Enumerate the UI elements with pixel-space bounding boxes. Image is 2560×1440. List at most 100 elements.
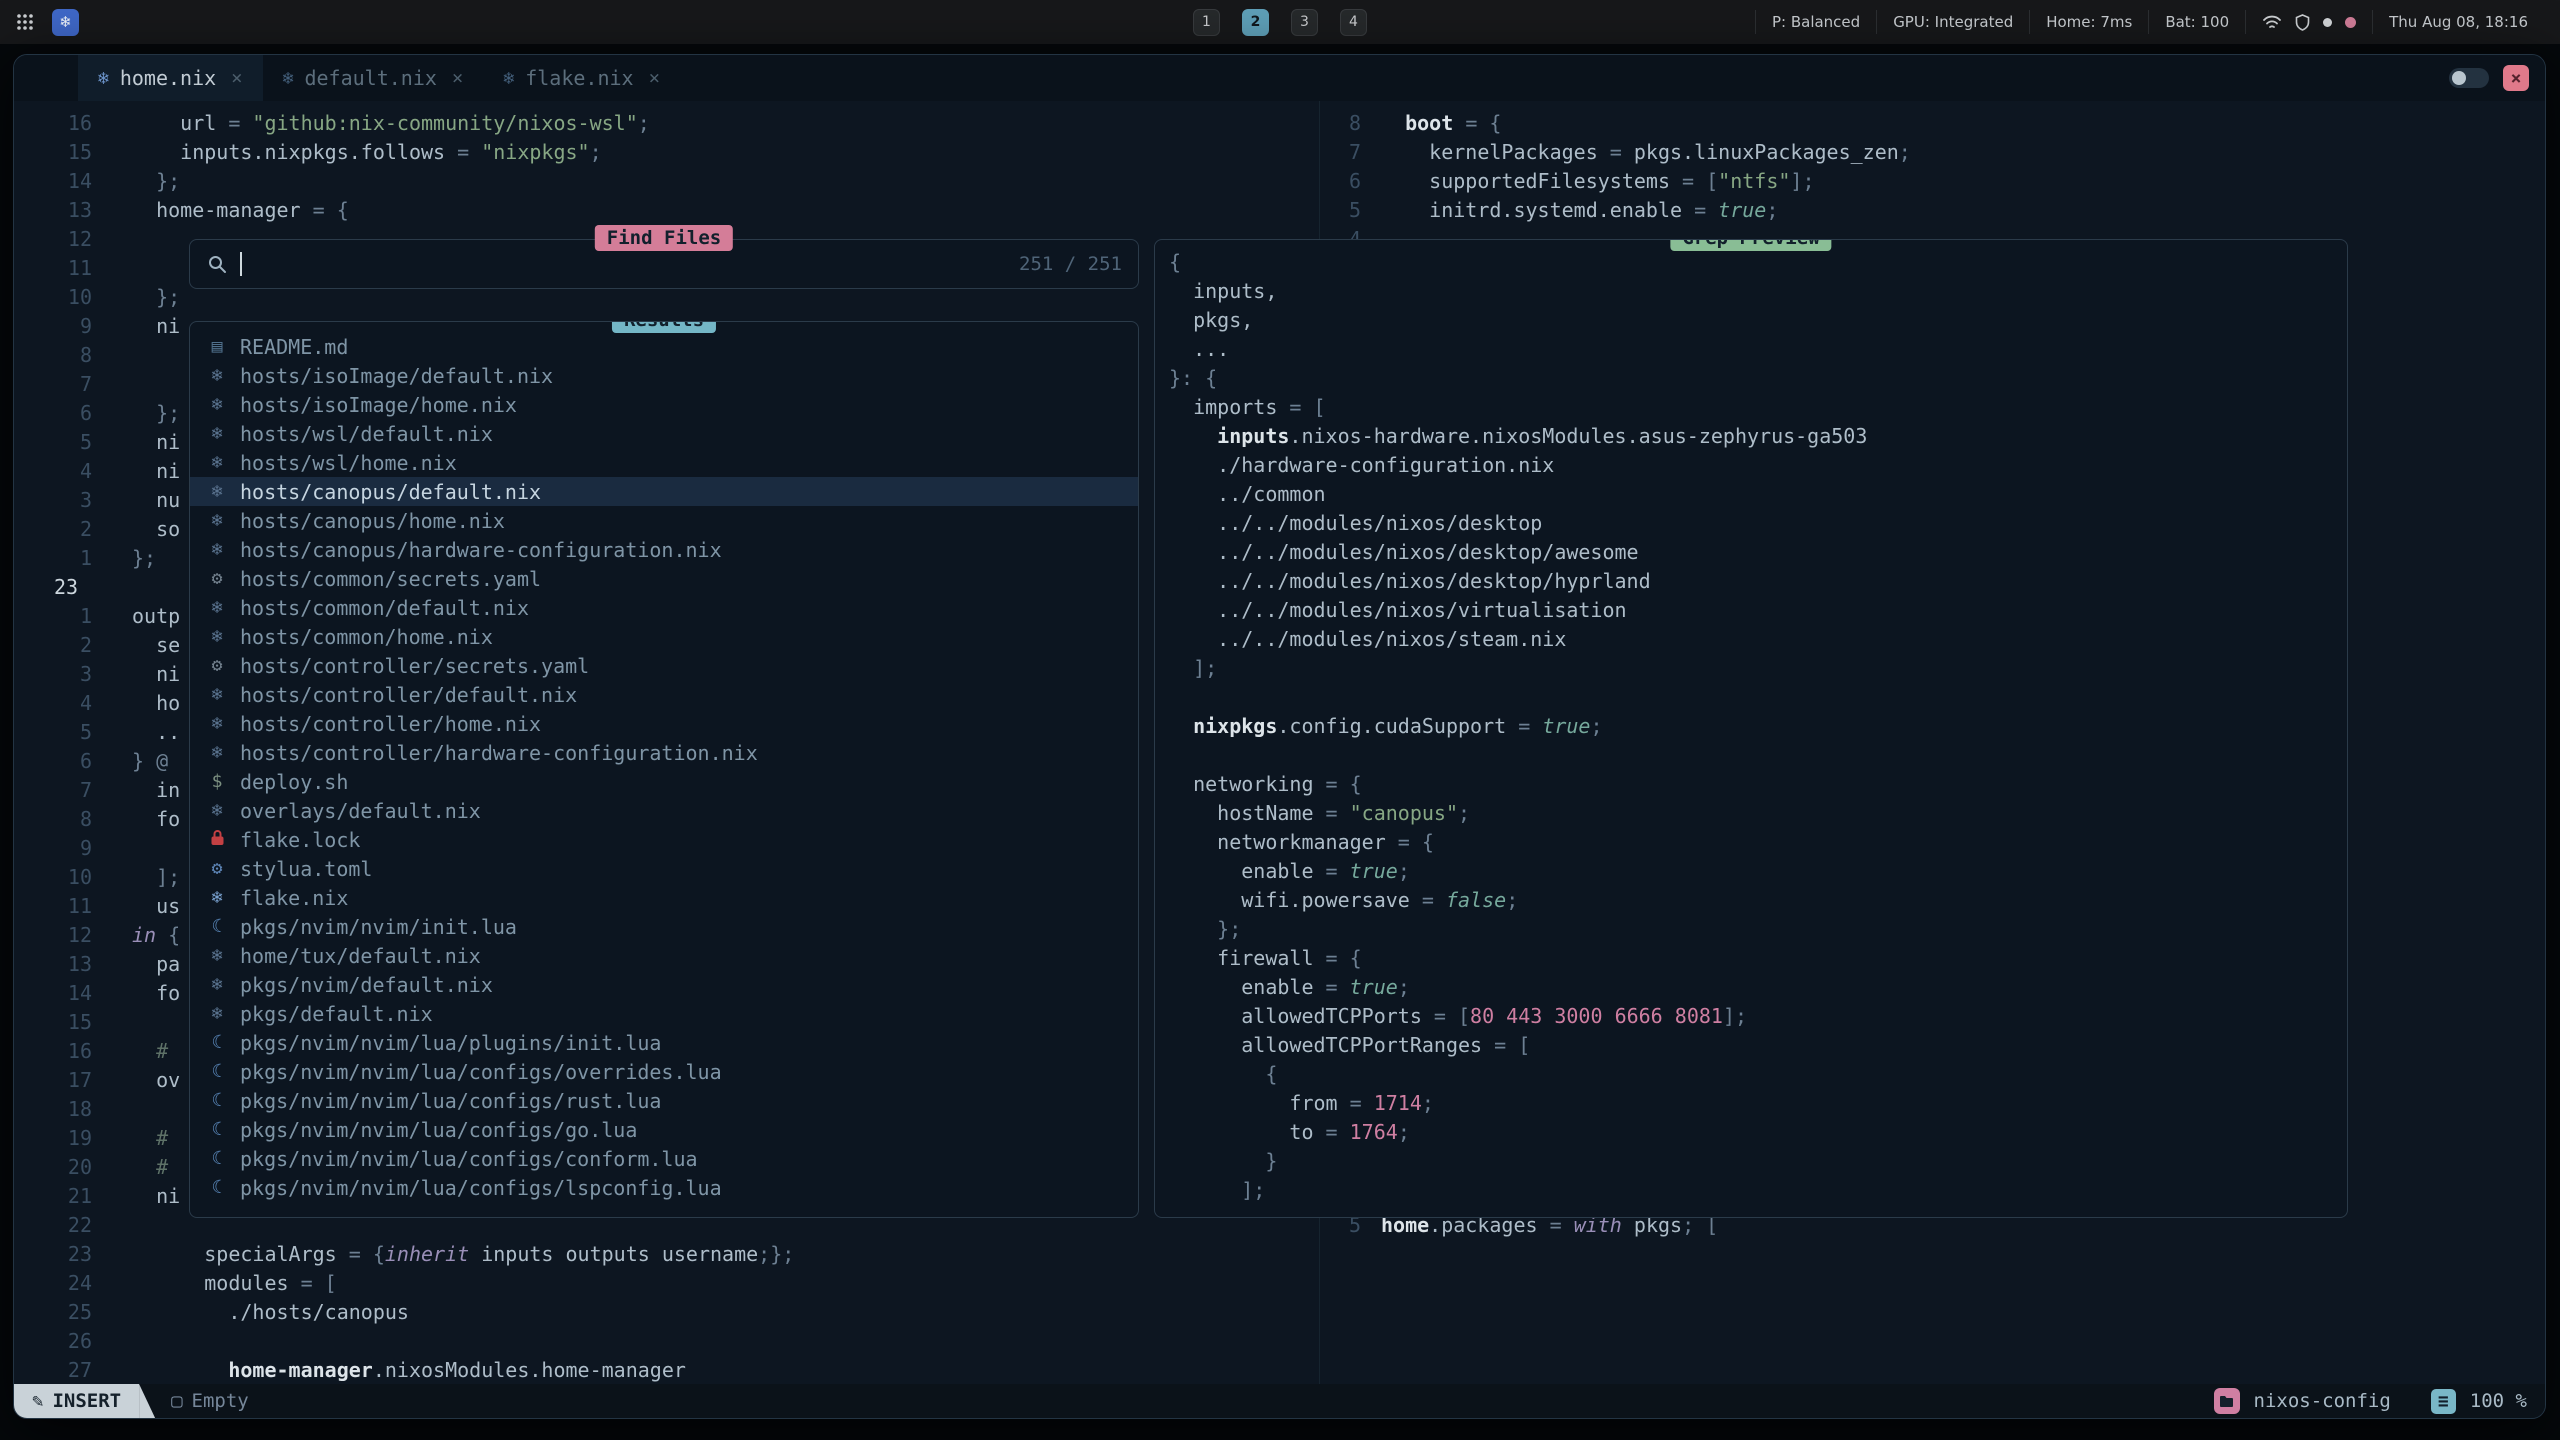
- result-item[interactable]: ❄hosts/controller/home.nix: [190, 709, 1138, 738]
- tabs: ❄home.nix×❄default.nix×❄flake.nix×: [78, 55, 680, 101]
- result-item[interactable]: ☾pkgs/nvim/nvim/lua/configs/lspconfig.lu…: [190, 1173, 1138, 1202]
- app-logo-icon[interactable]: ❄: [52, 9, 79, 36]
- line-number: 9: [14, 312, 92, 341]
- tab-close-icon[interactable]: ×: [452, 67, 463, 89]
- line-number: 22: [14, 1211, 92, 1240]
- result-item[interactable]: ☾pkgs/nvim/nvim/lua/configs/go.lua: [190, 1115, 1138, 1144]
- tab-close-icon[interactable]: ×: [649, 67, 660, 89]
- tab-close-icon[interactable]: ×: [231, 67, 242, 89]
- line-number: 2: [14, 515, 92, 544]
- result-item[interactable]: ❄hosts/isoImage/default.nix: [190, 361, 1138, 390]
- result-item[interactable]: ❄hosts/wsl/home.nix: [190, 448, 1138, 477]
- code-text: #: [132, 1037, 168, 1066]
- line-number: 3: [14, 486, 92, 515]
- line-number: 23: [14, 573, 92, 602]
- result-item[interactable]: ☾pkgs/nvim/nvim/lua/configs/conform.lua: [190, 1144, 1138, 1173]
- wifi-icon[interactable]: [2262, 14, 2282, 30]
- line-number: 18: [14, 1095, 92, 1124]
- result-item[interactable]: ❄hosts/controller/hardware-configuration…: [190, 738, 1138, 767]
- close-icon: ×: [2511, 68, 2522, 89]
- status-module: Bat: 100: [2148, 10, 2245, 34]
- result-item[interactable]: $deploy.sh: [190, 767, 1138, 796]
- result-item[interactable]: ❄hosts/canopus/hardware-configuration.ni…: [190, 535, 1138, 564]
- line-number: 6: [14, 747, 92, 776]
- workspace-button-3[interactable]: 3: [1291, 9, 1318, 36]
- code-text: home-manager.nixosModules.home-manager: [132, 1356, 686, 1384]
- code-line: 5 initrd.systemd.enable = true;: [1327, 196, 1911, 225]
- result-filename: pkgs/nvim/nvim/lua/configs/lspconfig.lua: [240, 1176, 722, 1200]
- buffer-indicator: ▢ Empty: [171, 1384, 249, 1418]
- code-text: pa: [132, 950, 180, 979]
- result-item[interactable]: ⚙hosts/controller/secrets.yaml: [190, 651, 1138, 680]
- result-item[interactable]: ❄hosts/wsl/default.nix: [190, 419, 1138, 448]
- preview-line: networking = {: [1169, 770, 2347, 799]
- code-text: so: [132, 515, 180, 544]
- status-dot-icon[interactable]: [2323, 18, 2332, 27]
- result-filename: hosts/controller/default.nix: [240, 683, 577, 707]
- nix-icon: ❄: [206, 454, 228, 472]
- line-number: 7: [14, 776, 92, 805]
- result-item[interactable]: ☾pkgs/nvim/nvim/lua/configs/rust.lua: [190, 1086, 1138, 1115]
- tab-default.nix[interactable]: ❄default.nix×: [263, 55, 484, 101]
- preview-line: ../../modules/nixos/virtualisation: [1169, 596, 2347, 625]
- workspace-button-4[interactable]: 4: [1340, 9, 1367, 36]
- result-item[interactable]: ☾pkgs/nvim/nvim/init.lua: [190, 912, 1138, 941]
- result-item[interactable]: ⚙stylua.toml: [190, 854, 1138, 883]
- result-filename: home/tux/default.nix: [240, 944, 481, 968]
- recorder-dot-icon[interactable]: [2345, 17, 2356, 28]
- shield-icon[interactable]: [2295, 14, 2310, 31]
- close-button[interactable]: ×: [2503, 65, 2529, 91]
- result-filename: hosts/controller/hardware-configuration.…: [240, 741, 758, 765]
- nix-icon: ❄: [206, 686, 228, 704]
- line-number: 2: [14, 631, 92, 660]
- result-item[interactable]: ❄hosts/common/home.nix: [190, 622, 1138, 651]
- lua-icon: ☾: [206, 1092, 228, 1110]
- line-number: 4: [14, 689, 92, 718]
- result-item[interactable]: ❄overlays/default.nix: [190, 796, 1138, 825]
- preview-line: ...: [1169, 335, 2347, 364]
- nix-icon: ❄: [206, 715, 228, 733]
- line-number: 21: [14, 1182, 92, 1211]
- result-item[interactable]: ☾pkgs/nvim/nvim/lua/plugins/init.lua: [190, 1028, 1138, 1057]
- preview-code: { inputs, pkgs, ...}: { imports = [ inpu…: [1155, 240, 2347, 1205]
- result-filename: pkgs/default.nix: [240, 1002, 433, 1026]
- result-item[interactable]: ⚙hosts/common/secrets.yaml: [190, 564, 1138, 593]
- result-item[interactable]: ☾pkgs/nvim/nvim/lua/configs/overrides.lu…: [190, 1057, 1138, 1086]
- result-item[interactable]: ❄hosts/canopus/home.nix: [190, 506, 1138, 535]
- code-text: ni: [132, 660, 180, 689]
- result-filename: pkgs/nvim/nvim/lua/configs/go.lua: [240, 1118, 637, 1142]
- result-item[interactable]: ❄flake.nix: [190, 883, 1138, 912]
- preview-line: ../../modules/nixos/desktop/awesome: [1169, 538, 2347, 567]
- result-item[interactable]: ❄pkgs/nvim/default.nix: [190, 970, 1138, 999]
- code-text: se: [132, 631, 180, 660]
- workspace-button-1[interactable]: 1: [1193, 9, 1220, 36]
- menu-lines-icon: ≡: [2431, 1389, 2456, 1414]
- mode-label: INSERT: [52, 1390, 121, 1412]
- preview-panel: Grep Preview { inputs, pkgs, ...}: { imp…: [1154, 239, 2348, 1218]
- tab-flake.nix[interactable]: ❄flake.nix×: [483, 55, 680, 101]
- result-filename: hosts/controller/secrets.yaml: [240, 654, 589, 678]
- code-line: 6 supportedFilesystems = ["ntfs"];: [1327, 167, 1911, 196]
- result-item[interactable]: ❄hosts/isoImage/home.nix: [190, 390, 1138, 419]
- result-item[interactable]: ❄hosts/common/default.nix: [190, 593, 1138, 622]
- code-text: ..: [132, 718, 180, 747]
- result-item[interactable]: flake.lock: [190, 825, 1138, 854]
- result-item[interactable]: ❄home/tux/default.nix: [190, 941, 1138, 970]
- window-toggle[interactable]: [2449, 68, 2489, 88]
- line-number: 1: [14, 602, 92, 631]
- preview-line: enable = true;: [1169, 973, 2347, 1002]
- result-item[interactable]: ▤README.md: [190, 332, 1138, 361]
- tab-bar: ❄home.nix×❄default.nix×❄flake.nix× ×: [14, 55, 2545, 101]
- tray-icons: [2245, 10, 2372, 34]
- workspace-button-2[interactable]: 2: [1242, 9, 1269, 36]
- code-text: fo: [132, 805, 180, 834]
- tab-home.nix[interactable]: ❄home.nix×: [78, 55, 263, 101]
- results-list: ▤README.md❄hosts/isoImage/default.nix❄ho…: [190, 322, 1138, 1202]
- code-line: 23 specialArgs = {inherit inputs outputs…: [14, 1240, 794, 1269]
- line-number: 5: [14, 718, 92, 747]
- result-item[interactable]: ❄pkgs/default.nix: [190, 999, 1138, 1028]
- result-item[interactable]: ❄hosts/canopus/default.nix: [190, 477, 1138, 506]
- result-filename: hosts/common/secrets.yaml: [240, 567, 541, 591]
- apps-grid-icon[interactable]: [16, 13, 34, 31]
- result-item[interactable]: ❄ hosts/controller/default.nix: [190, 680, 1138, 709]
